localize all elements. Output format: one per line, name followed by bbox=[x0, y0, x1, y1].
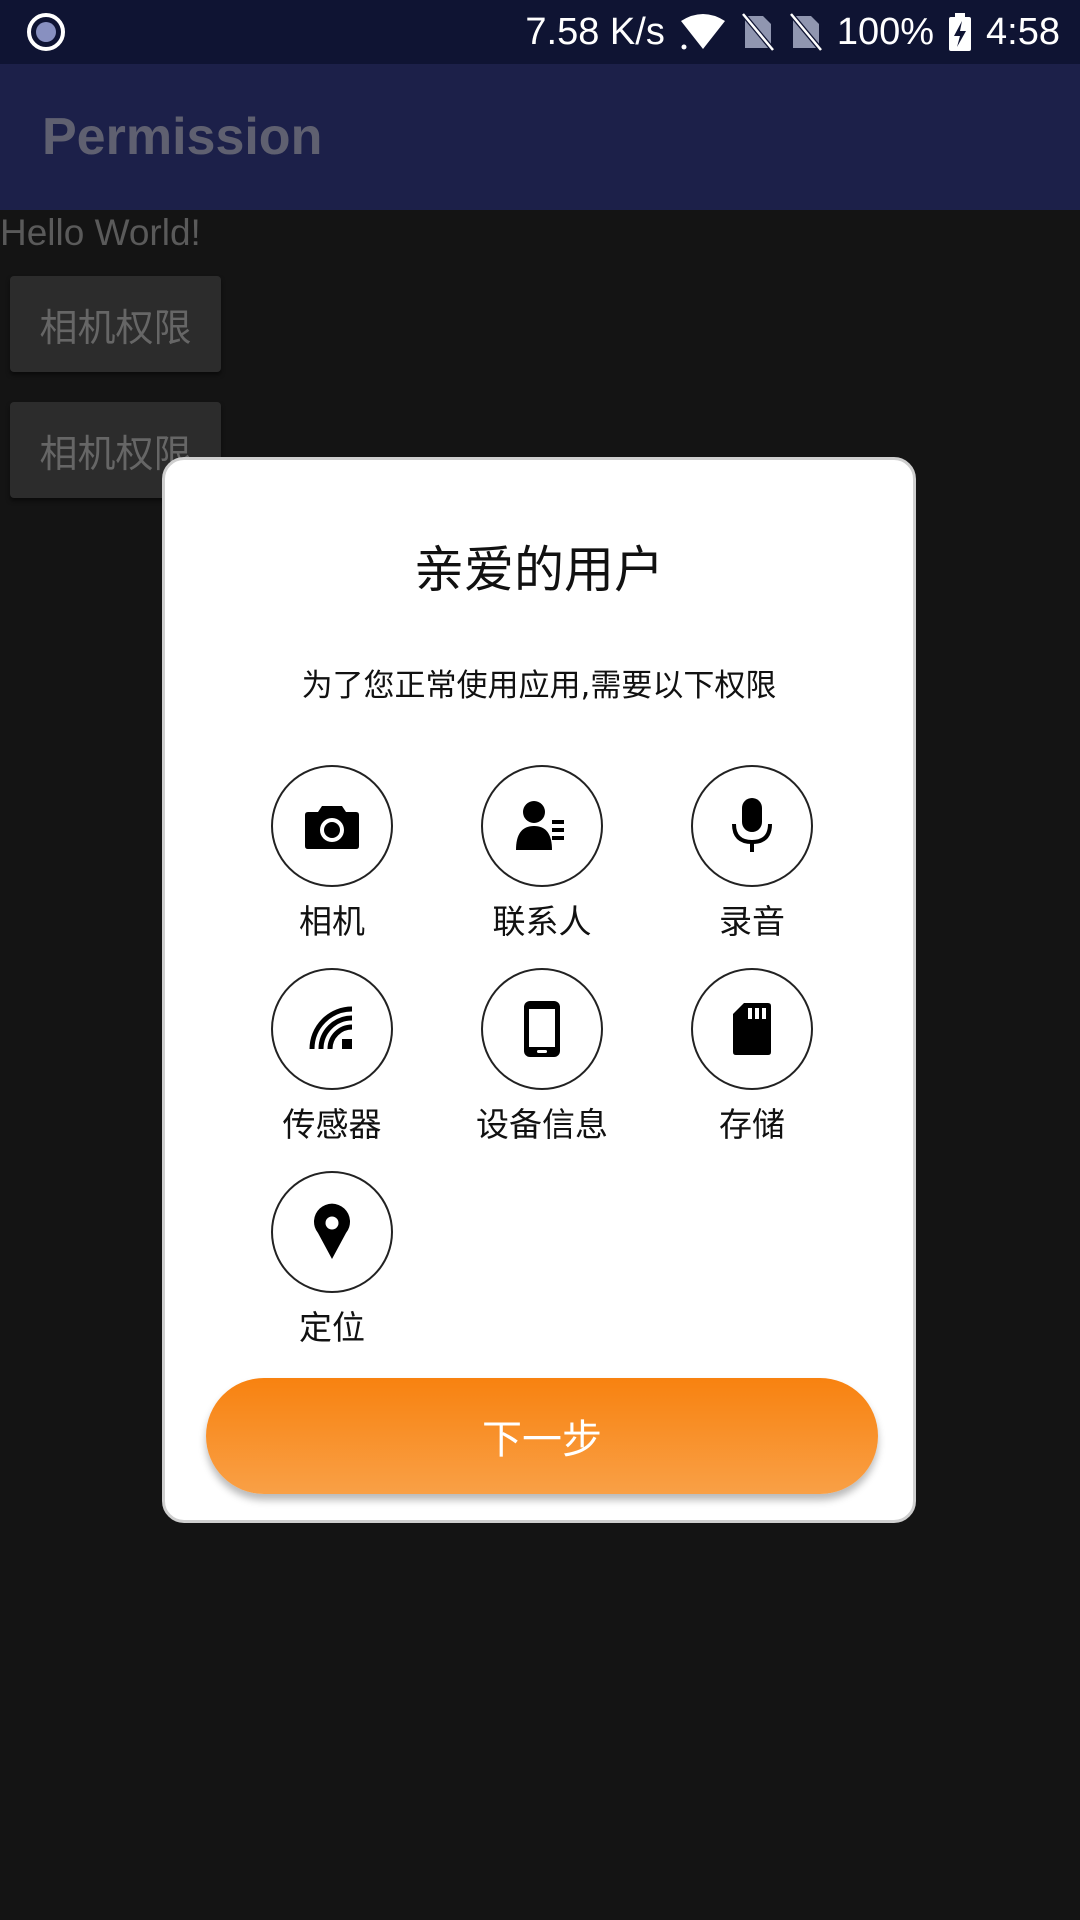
camera-icon bbox=[271, 765, 393, 887]
network-speed: 7.58 K/s bbox=[525, 10, 665, 53]
next-step-button[interactable]: 下一步 bbox=[206, 1378, 878, 1494]
app-title: Permission bbox=[42, 108, 323, 166]
sd-card-icon bbox=[691, 968, 813, 1090]
no-sim-icon bbox=[740, 12, 775, 52]
clock: 4:58 bbox=[986, 10, 1060, 53]
app-bar: Permission bbox=[0, 64, 1080, 210]
permission-label: 存储 bbox=[719, 1105, 785, 1144]
permission-label: 相机 bbox=[299, 902, 365, 941]
contacts-icon bbox=[481, 765, 603, 887]
battery-charging-icon bbox=[949, 13, 972, 51]
hello-text: Hello World! bbox=[0, 212, 201, 253]
permission-record: 录音 bbox=[654, 765, 854, 945]
dialog-subtitle: 为了您正常使用应用,需要以下权限 bbox=[301, 668, 777, 704]
phone-device-icon bbox=[481, 968, 603, 1090]
wifi-icon bbox=[680, 14, 725, 50]
permission-label: 设备信息 bbox=[476, 1105, 608, 1144]
dialog-title: 亲爱的用户 bbox=[414, 541, 664, 599]
permission-label: 录音 bbox=[719, 902, 785, 941]
camera-permission-button[interactable]: 相机权限 bbox=[10, 276, 221, 372]
permission-label: 定位 bbox=[299, 1308, 365, 1347]
status-bar: 7.58 K/s 100% 4:58 bbox=[0, 0, 1080, 64]
permission-label: 传感器 bbox=[282, 1105, 382, 1144]
permission-label: 联系人 bbox=[492, 902, 592, 941]
permission-camera: 相机 bbox=[234, 765, 434, 945]
microphone-icon bbox=[691, 765, 813, 887]
permission-storage: 存储 bbox=[654, 968, 854, 1148]
location-pin-icon bbox=[271, 1171, 393, 1293]
permission-contacts: 联系人 bbox=[444, 765, 644, 945]
permission-device-info: 设备信息 bbox=[444, 968, 644, 1148]
permission-location: 定位 bbox=[234, 1171, 434, 1351]
permission-sensor: 传感器 bbox=[234, 968, 434, 1148]
permission-dialog: 亲爱的用户 为了您正常使用应用,需要以下权限 相机 联系人 录音 传感器 设备信… bbox=[162, 457, 916, 1523]
screen-record-icon bbox=[27, 13, 65, 51]
no-sim-icon bbox=[788, 12, 823, 52]
battery-percent: 100% bbox=[836, 10, 935, 53]
sensor-icon bbox=[271, 968, 393, 1090]
